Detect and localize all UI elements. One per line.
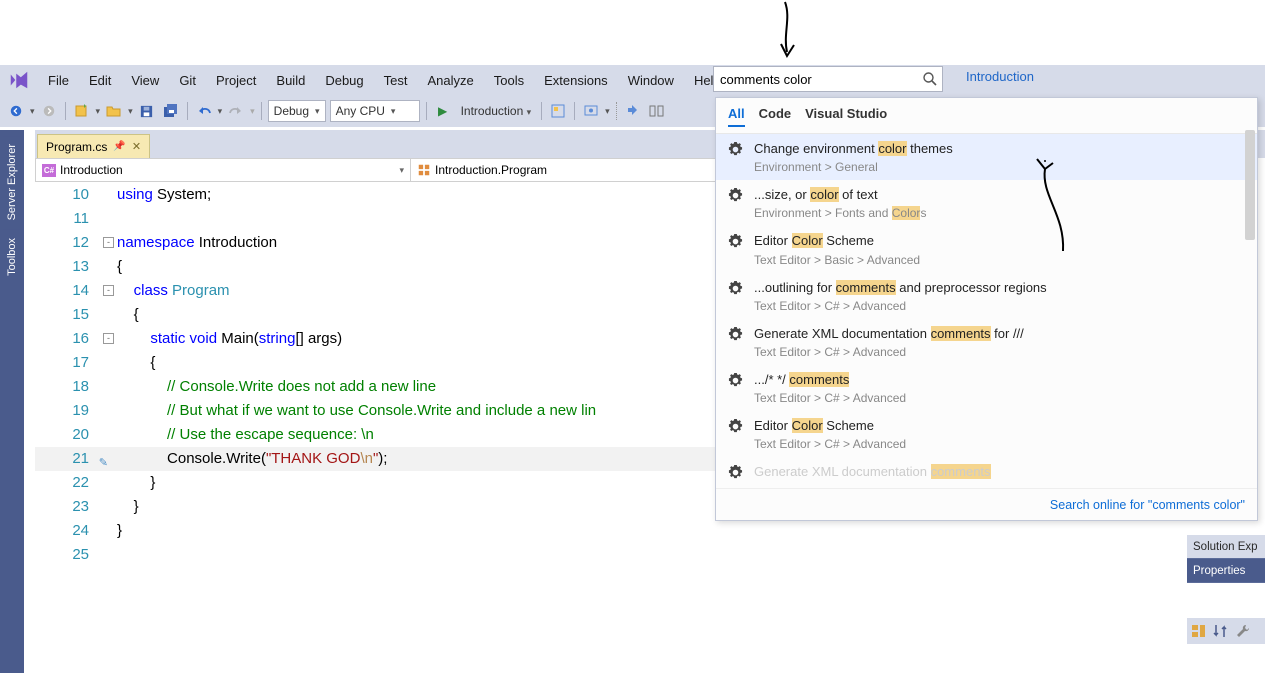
solution-name-label: Introduction xyxy=(966,69,1034,84)
menu-bar: FileEditViewGitProjectBuildDebugTestAnal… xyxy=(0,65,1265,95)
menu-build[interactable]: Build xyxy=(266,69,315,92)
search-results-panel: All Code Visual Studio Change environment … xyxy=(715,97,1258,521)
class-icon xyxy=(417,163,431,177)
quick-launch-search[interactable] xyxy=(713,66,943,92)
search-tab-code[interactable]: Code xyxy=(759,106,792,127)
menu-view[interactable]: View xyxy=(121,69,169,92)
open-icon[interactable] xyxy=(104,101,124,121)
nav-member-label: Introduction.Program xyxy=(435,163,547,177)
nav-back-icon[interactable] xyxy=(6,101,26,121)
annotation-arrow-down xyxy=(767,0,807,60)
step-over-icon[interactable] xyxy=(647,101,667,121)
sort-icon[interactable] xyxy=(1213,623,1229,639)
menu-edit[interactable]: Edit xyxy=(79,69,121,92)
gear-icon xyxy=(728,419,744,434)
search-result-item[interactable]: ...outlining for comments and preprocess… xyxy=(716,273,1257,319)
undo-icon[interactable] xyxy=(194,101,214,121)
search-icon[interactable] xyxy=(922,71,938,87)
annotation-arrow-curve xyxy=(1035,155,1075,255)
fold-toggle[interactable]: - xyxy=(103,237,114,248)
nav-fwd-icon[interactable] xyxy=(39,101,59,121)
search-result-item[interactable]: ...size, or color of textEnvironment > F… xyxy=(716,180,1257,226)
step-into-icon[interactable] xyxy=(623,101,643,121)
scrollbar-thumb[interactable] xyxy=(1245,130,1255,240)
csharp-icon: C# xyxy=(42,164,56,177)
menu-test[interactable]: Test xyxy=(374,69,418,92)
gear-icon xyxy=(728,465,744,480)
menu-debug[interactable]: Debug xyxy=(315,69,373,92)
search-result-item[interactable]: Change environment color themesEnvironme… xyxy=(716,134,1257,180)
server-explorer-tab[interactable]: Server Explorer xyxy=(3,136,21,228)
categorize-icon[interactable] xyxy=(1191,623,1207,639)
menu-git[interactable]: Git xyxy=(169,69,206,92)
fold-toggle[interactable]: - xyxy=(103,285,114,296)
code-line[interactable]: 25 xyxy=(35,543,1185,567)
solution-explorer-tab[interactable]: Solution Exp xyxy=(1187,535,1265,559)
vs-logo-icon xyxy=(8,69,30,91)
config-dropdown[interactable]: Debug▾ xyxy=(268,100,326,122)
document-tab-program[interactable]: Program.cs 📌 ✕ xyxy=(37,134,150,158)
search-result-item[interactable]: Generate XML documentation comments for … xyxy=(716,319,1257,365)
nav-scope-label: Introduction xyxy=(60,163,123,177)
search-result-item[interactable]: .../* */ commentsText Editor > C# > Adva… xyxy=(716,365,1257,411)
search-tab-visual-studio[interactable]: Visual Studio xyxy=(805,106,887,127)
property-toolbar xyxy=(1187,618,1265,644)
tool-icon-1[interactable] xyxy=(548,101,568,121)
search-result-item[interactable]: Editor Color SchemeText Editor > Basic >… xyxy=(716,226,1257,272)
menu-analyze[interactable]: Analyze xyxy=(417,69,483,92)
tool-icon-2[interactable] xyxy=(581,101,601,121)
menu-extensions[interactable]: Extensions xyxy=(534,69,618,92)
right-dock: Solution Exp Properties xyxy=(1187,535,1265,583)
search-results-list: Change environment color themesEnvironme… xyxy=(716,134,1257,488)
gear-icon xyxy=(728,188,744,203)
search-tab-all[interactable]: All xyxy=(728,106,745,127)
start-debug-button[interactable]: ▶ xyxy=(433,101,453,121)
search-result-item[interactable]: Editor Color SchemeText Editor > C# > Ad… xyxy=(716,411,1257,457)
left-dock: Server Explorer Toolbox xyxy=(0,130,24,673)
menu-project[interactable]: Project xyxy=(206,69,266,92)
search-result-item[interactable]: Generate XML documentation comments xyxy=(716,457,1257,487)
gear-icon xyxy=(728,327,744,342)
fold-toggle[interactable]: - xyxy=(103,333,114,344)
search-online-link[interactable]: Search online for "comments color" xyxy=(716,488,1257,520)
gear-icon xyxy=(728,281,744,296)
new-project-icon[interactable] xyxy=(72,101,92,121)
doc-tab-title: Program.cs xyxy=(46,140,107,154)
menu-window[interactable]: Window xyxy=(618,69,684,92)
nav-scope-dropdown[interactable]: C# Introduction ▾ xyxy=(36,159,411,181)
toolbox-tab[interactable]: Toolbox xyxy=(3,230,21,284)
menu-file[interactable]: File xyxy=(38,69,79,92)
properties-tab[interactable]: Properties xyxy=(1187,559,1265,583)
save-all-icon[interactable] xyxy=(161,101,181,121)
gear-icon xyxy=(728,373,744,388)
platform-dropdown[interactable]: Any CPU▾ xyxy=(330,100,420,122)
wrench-icon[interactable] xyxy=(1235,623,1251,639)
gear-icon xyxy=(728,142,744,157)
close-icon[interactable]: ✕ xyxy=(132,140,141,153)
start-target-label[interactable]: Introduction ▾ xyxy=(457,104,536,118)
save-icon[interactable] xyxy=(137,101,157,121)
pin-icon[interactable]: 📌 xyxy=(113,141,125,152)
search-filter-tabs: All Code Visual Studio xyxy=(716,98,1257,134)
quick-launch-input[interactable] xyxy=(714,72,922,87)
code-line[interactable]: 24} xyxy=(35,519,1185,543)
redo-icon[interactable] xyxy=(226,101,246,121)
menu-tools[interactable]: Tools xyxy=(484,69,534,92)
gear-icon xyxy=(728,234,744,249)
